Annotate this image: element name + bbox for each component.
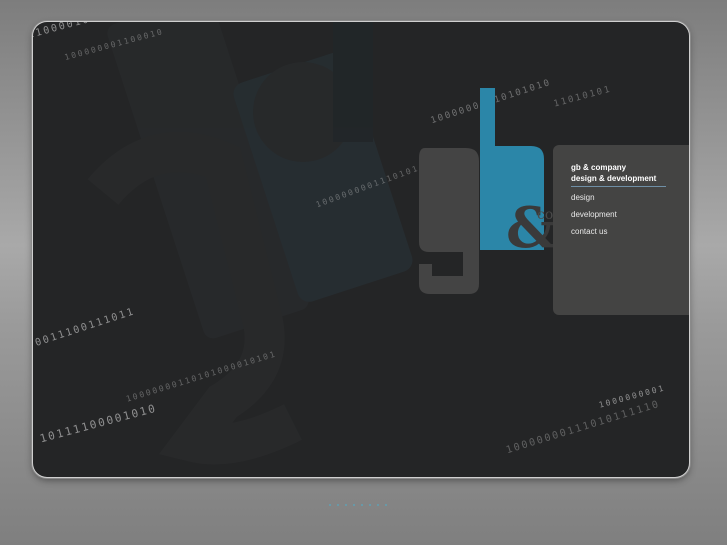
nav-link-development[interactable]: development	[571, 210, 689, 220]
pager-dot[interactable]	[377, 504, 379, 506]
brand-tagline: design & development	[571, 174, 657, 183]
logo-letter-g	[419, 148, 479, 294]
nav-link-contact-us[interactable]: contact us	[571, 227, 689, 237]
pager-dot[interactable]	[329, 504, 331, 506]
nav-link-design[interactable]: design	[571, 193, 689, 203]
logo-ampersand: &	[506, 195, 557, 261]
logo-co: co	[537, 207, 553, 223]
pager-dot[interactable]	[345, 504, 347, 506]
pager-dot[interactable]	[337, 504, 339, 506]
nav-menu: gb & company design & development design…	[571, 162, 689, 244]
menu-divider	[571, 186, 666, 187]
pager-dots	[329, 503, 399, 507]
brand-name: gb & company	[571, 163, 627, 172]
main-panel: 10111000010101 100000001100010 100000011…	[33, 22, 689, 477]
pager-dot[interactable]	[385, 504, 387, 506]
pager-dot[interactable]	[361, 504, 363, 506]
pager-dot[interactable]	[369, 504, 371, 506]
pager-dot[interactable]	[353, 504, 355, 506]
